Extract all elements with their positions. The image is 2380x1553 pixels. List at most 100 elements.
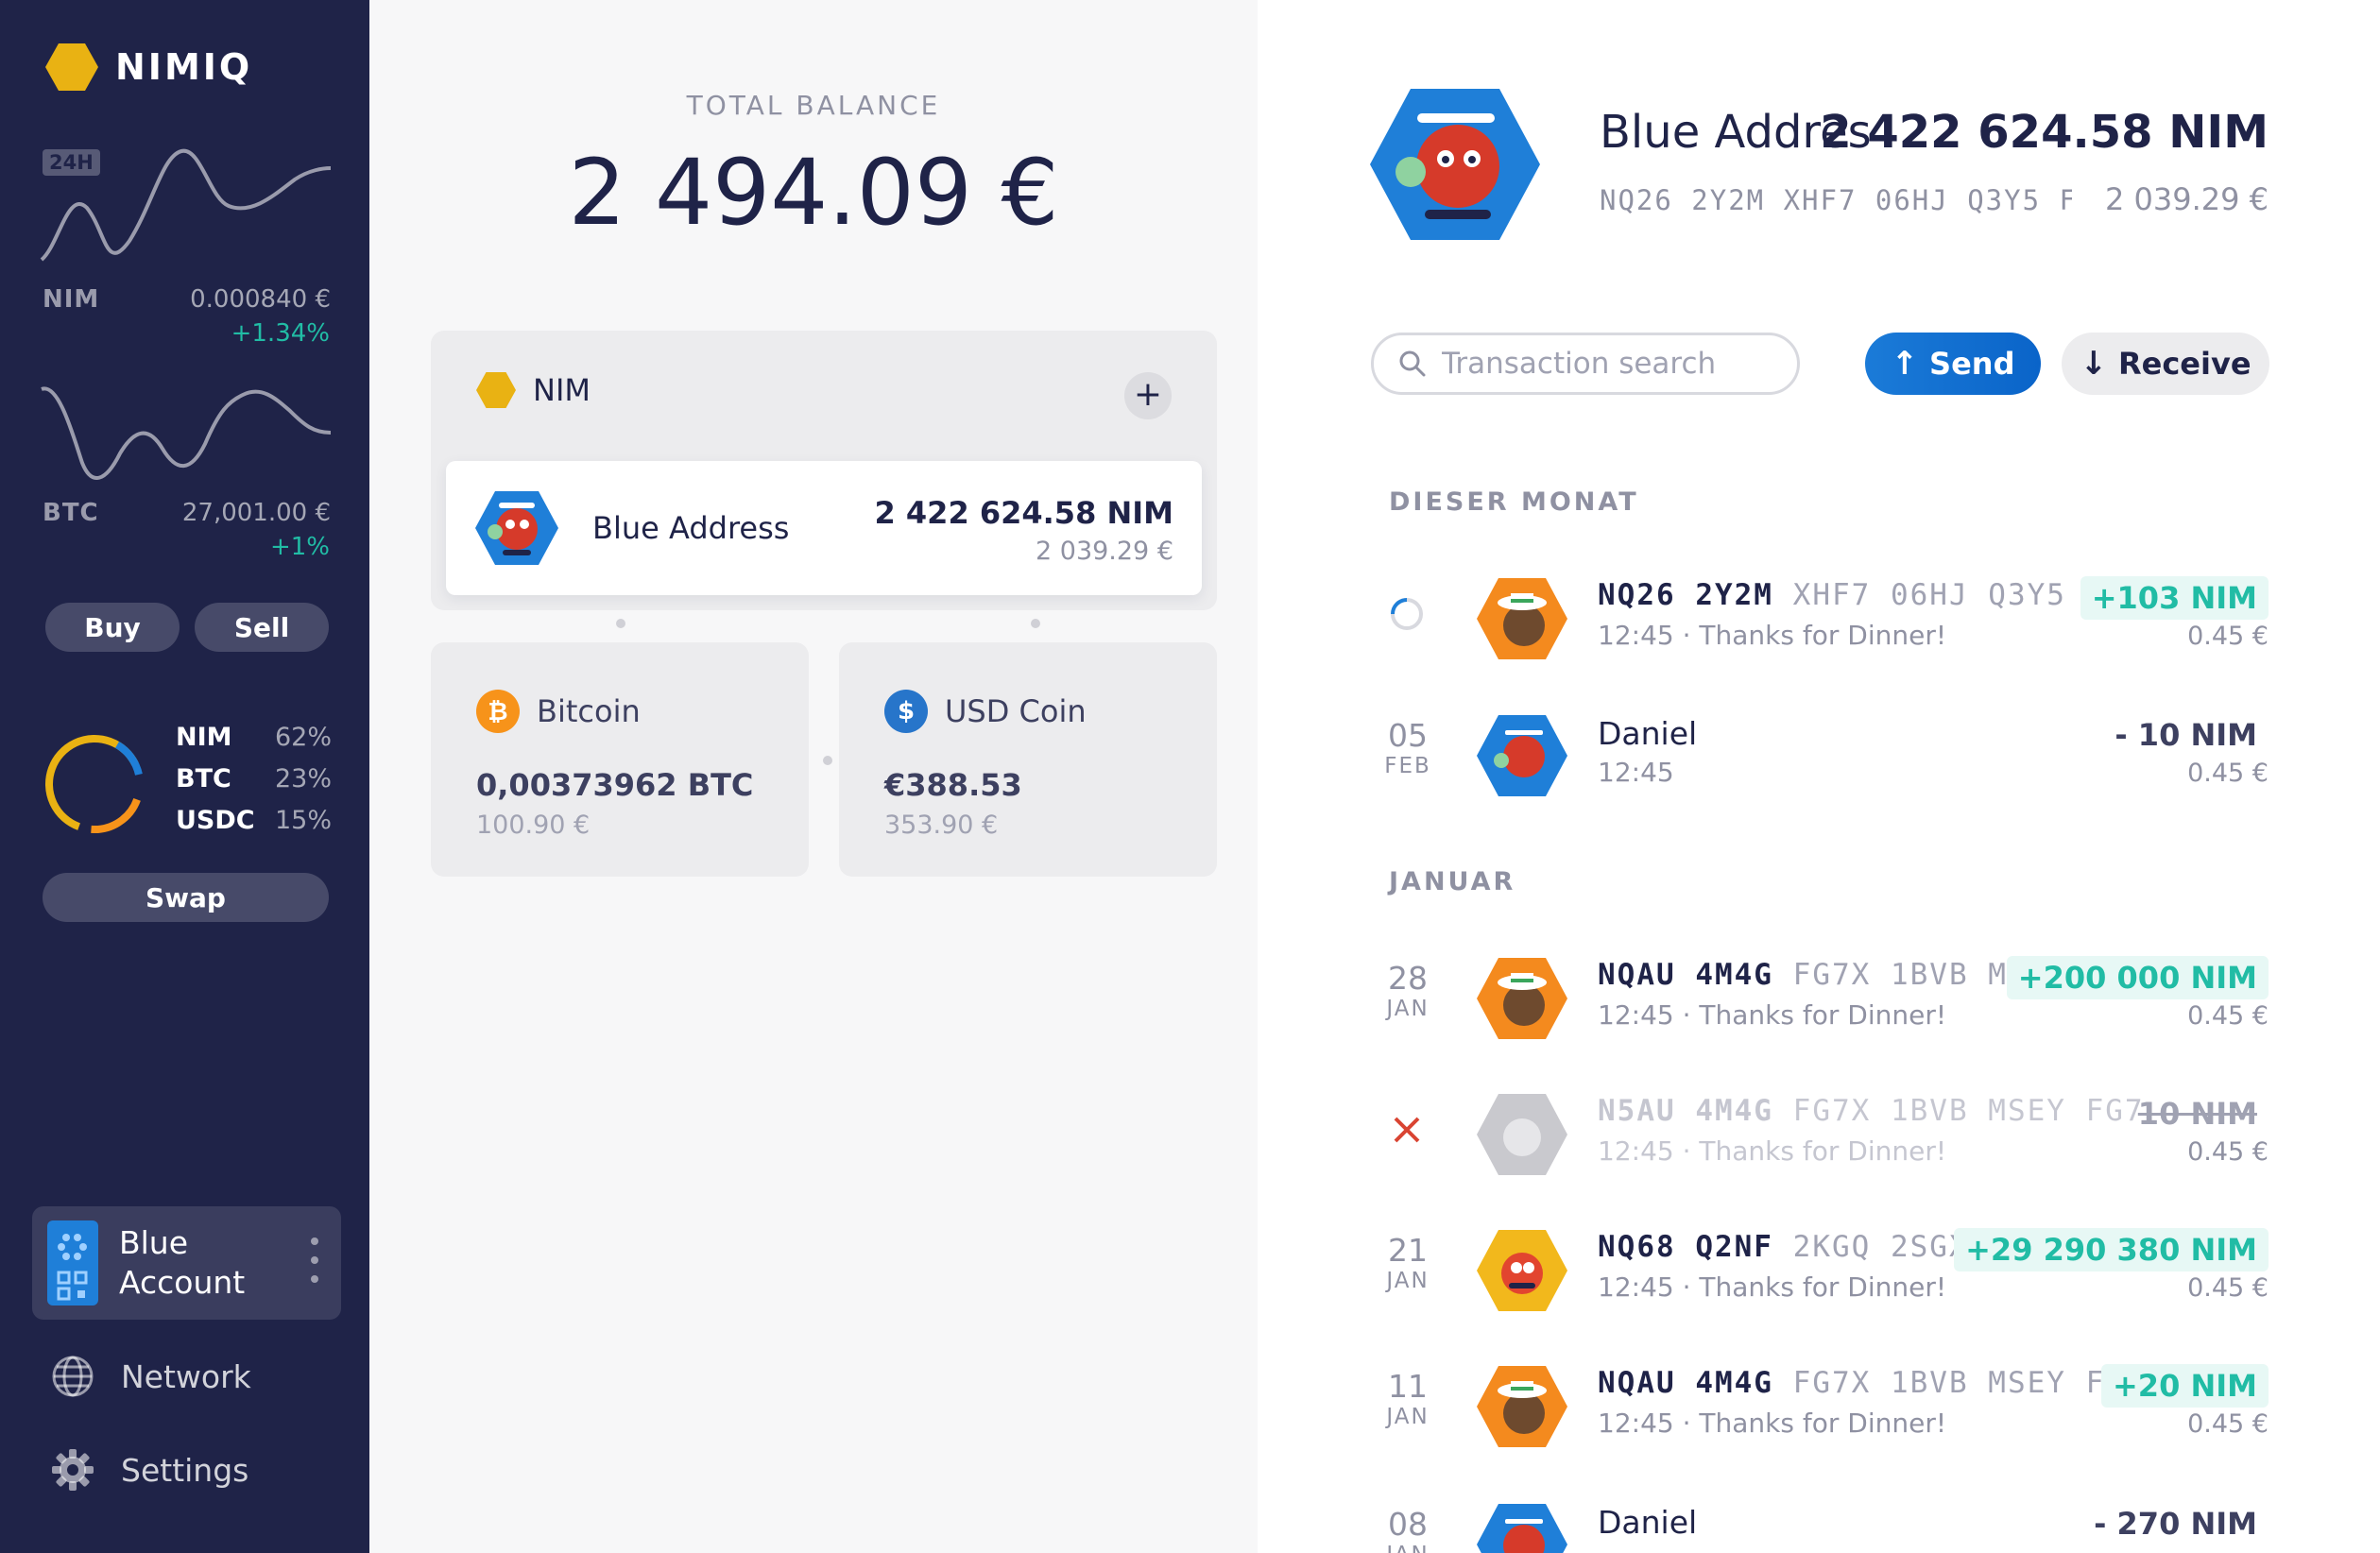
detail-amount: 2 422 624.58 NIM [1820, 106, 2269, 159]
transaction-meta: 12:45 · Thanks for Dinner! [1598, 620, 1947, 651]
nim-price: 0.000840 € [190, 285, 331, 314]
transaction-search[interactable] [1371, 333, 1800, 395]
transaction-row[interactable]: 05 FEB Daniel 12:45 - 10 NIM 0.45 € [1371, 713, 2269, 808]
transaction-avatar-icon [1477, 1094, 1567, 1175]
transaction-avatar-icon [1477, 958, 1567, 1039]
transaction-row[interactable]: N5AU 4M4G FG7X 1BVB MSEY FG7 12:45 · Tha… [1371, 1092, 2269, 1186]
transaction-address: NQ26 2Y2M XHF7 06HJ Q3Y5 2 [1598, 578, 2106, 612]
address-label: Blue Address [592, 510, 790, 546]
sidebar: NIMIQ 24H NIM 0.000840 € +1.34% BTC 27,0… [0, 0, 369, 1553]
btc-price: 27,001.00 € [181, 499, 331, 527]
section-january: JANUAR [1389, 867, 1516, 896]
btc-price-row: BTC 27,001.00 € [43, 499, 331, 527]
add-address-button[interactable]: + [1124, 372, 1172, 419]
transaction-amount: +29 290 380 NIM [1954, 1228, 2269, 1271]
search-icon [1399, 350, 1426, 377]
nim-price-chart [40, 148, 332, 262]
dist-percent: 23% [274, 764, 332, 794]
usdc-card[interactable]: $ USD Coin €388.53 353.90 € [839, 642, 1217, 877]
transaction-fiat: 0.45 € [2187, 1001, 2269, 1031]
transaction-address: NQ68 Q2NF 2KGQ 2SGX [1598, 1230, 1969, 1264]
btc-price-chart [41, 386, 332, 480]
transaction-row[interactable]: 28 JAN NQAU 4M4G FG7X 1BVB MS 12:45 · Th… [1371, 956, 2269, 1050]
nimiq-logo[interactable]: NIMIQ [45, 43, 252, 91]
app-name: NIMIQ [115, 46, 253, 88]
connector-dot [1031, 619, 1040, 628]
receive-button[interactable]: ↓ Receive [2062, 333, 2269, 395]
nim-symbol: NIM [43, 285, 100, 314]
send-label: Send [1929, 346, 2015, 382]
bitcoin-card[interactable]: ₿ Bitcoin 0,00373962 BTC 100.90 € [431, 642, 809, 877]
total-balance-amount: 2 494.09 € [568, 140, 1059, 246]
accounts-overview: TOTAL BALANCE 2 494.09 € NIM + Blue Addr… [369, 0, 1258, 1553]
connector-dot [823, 756, 832, 765]
dist-symbol: BTC [176, 764, 231, 794]
swap-button[interactable]: Swap [43, 873, 329, 922]
transaction-meta: 12:45 [1598, 757, 1674, 788]
transaction-amount: +103 NIM [2080, 576, 2269, 620]
search-input[interactable] [1442, 347, 1782, 381]
transaction-fiat: 0.45 € [2187, 1409, 2269, 1439]
nav-network[interactable]: Network [51, 1355, 251, 1398]
transaction-amount: +20 NIM [2100, 1364, 2269, 1408]
nimiq-hexagon-icon [45, 43, 98, 91]
account-menu-icon[interactable] [311, 1237, 318, 1284]
transaction-avatar-icon [1477, 715, 1567, 796]
transaction-address: N5AU 4M4G FG7X 1BVB MSEY FG7 [1598, 1094, 2145, 1128]
bitcoin-amount: 0,00373962 BTC [476, 767, 754, 803]
nim-hexagon-icon [476, 372, 516, 408]
account-qr-icon [47, 1220, 98, 1306]
transaction-date: 28 JAN [1386, 960, 1430, 1021]
usdc-header: $ USD Coin [884, 690, 1087, 733]
btc-symbol: BTC [43, 499, 99, 527]
distribution-btc: BTC 23% [176, 764, 332, 794]
transaction-date: 11 JAN [1386, 1368, 1430, 1429]
nav-settings[interactable]: Settings [51, 1448, 248, 1492]
distribution-usdc: USDC 15% [176, 806, 332, 835]
detail-avatar-icon [1370, 89, 1540, 240]
transaction-amount: - 270 NIM [2094, 1506, 2257, 1542]
account-switcher[interactable]: Blue Account [32, 1206, 341, 1320]
transaction-name: Daniel [1598, 1504, 1698, 1541]
transaction-amount: - 10 NIM [2115, 717, 2257, 753]
address-detail: Blue Address 2 422 624.58 NIM NQ26 2Y2M … [1258, 0, 2380, 1553]
section-this-month: DIESER MONAT [1389, 487, 1639, 517]
nav-network-label: Network [121, 1357, 251, 1395]
transaction-row[interactable]: NQ26 2Y2M XHF7 06HJ Q3Y5 2 12:45 · Thank… [1371, 576, 2269, 671]
btc-change: +1% [269, 533, 330, 561]
transaction-address: NQAU 4M4G FG7X 1BVB MS [1598, 958, 2028, 992]
detail-address-string[interactable]: NQ26 2Y2M XHF7 06HJ Q3Y5 FG [1600, 184, 2072, 216]
sell-button[interactable]: Sell [195, 603, 329, 652]
usdc-label: USD Coin [945, 693, 1087, 729]
transaction-amount: 10 NIM [2137, 1096, 2257, 1132]
transaction-avatar-icon [1477, 1230, 1567, 1311]
address-fiat: 2 039.29 € [1036, 537, 1173, 566]
address-amount: 2 422 624.58 NIM [874, 495, 1174, 531]
transaction-meta: 12:45 · Thanks for Dinner! [1598, 1408, 1947, 1439]
buy-button[interactable]: Buy [45, 603, 180, 652]
distribution-donut[interactable] [43, 732, 146, 836]
connector-dot [616, 619, 625, 628]
address-row-blue[interactable]: Blue Address 2 422 624.58 NIM 2 039.29 € [446, 461, 1202, 595]
globe-icon [52, 1356, 94, 1397]
arrow-up-icon: ↑ [1891, 345, 1919, 383]
transaction-row[interactable]: 21 JAN NQ68 Q2NF 2KGQ 2SGX 12:45 · Thank… [1371, 1228, 2269, 1323]
transaction-meta: 12:45 · Thanks for Dinner! [1598, 1271, 1947, 1303]
usdc-fiat: 353.90 € [884, 811, 999, 840]
transaction-row[interactable]: 08 JAN Daniel - 270 NIM [1371, 1502, 2269, 1553]
distribution-nim: NIM 62% [176, 723, 332, 752]
dist-percent: 15% [274, 806, 332, 835]
transaction-fiat: 0.45 € [2187, 1273, 2269, 1303]
transaction-meta: 12:45 · Thanks for Dinner! [1598, 999, 1947, 1031]
arrow-down-icon: ↓ [2080, 345, 2107, 383]
transaction-fiat: 0.45 € [2187, 622, 2269, 651]
transaction-row[interactable]: 11 JAN NQAU 4M4G FG7X 1BVB MSEY F 12:45 … [1371, 1364, 2269, 1459]
send-button[interactable]: ↑ Send [1865, 333, 2041, 395]
transaction-date: 21 JAN [1386, 1232, 1430, 1293]
address-avatar-icon [475, 491, 558, 565]
bitcoin-header: ₿ Bitcoin [476, 690, 641, 733]
transaction-date: 05 FEB [1384, 717, 1431, 778]
transaction-date: 08 JAN [1386, 1506, 1428, 1553]
usdc-icon: $ [884, 690, 928, 733]
transaction-avatar-icon [1477, 1504, 1567, 1553]
